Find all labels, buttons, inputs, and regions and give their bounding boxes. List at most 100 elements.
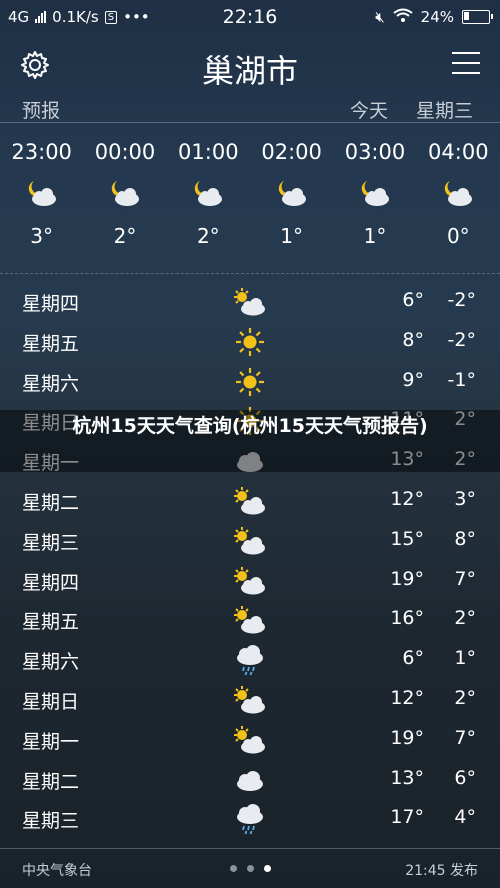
day-name: 星期三 (22, 810, 80, 833)
hourly-item: 04:00 0° (417, 140, 500, 265)
low-temp: 2° (454, 686, 476, 709)
low-temp: 1° (454, 647, 476, 670)
rain-icon (230, 642, 270, 678)
cloud-moon-icon (0, 170, 83, 216)
hour-temp: 2° (113, 224, 137, 248)
low-temp: 3° (454, 487, 476, 510)
daily-row[interactable]: 星期三 17° 4° (0, 799, 500, 839)
low-temp: 7° (454, 726, 476, 749)
footer: 中央气象台 21:45 发布 (0, 856, 500, 884)
low-temp: -2° (447, 289, 476, 311)
hour-time: 00:00 (94, 140, 156, 164)
battery-percent: 24% (420, 8, 454, 26)
daily-row[interactable]: 星期四 6° -2° (0, 282, 500, 322)
daily-row[interactable]: 星期二 12° 3° (0, 481, 500, 521)
status-right: 🔇︎ 24% (375, 8, 493, 26)
daily-row[interactable]: 星期日 12° 2° (0, 680, 500, 720)
low-temp: 8° (454, 527, 476, 550)
cloud-moon-icon (417, 170, 500, 216)
daily-row[interactable]: 星期四 19° 7° (0, 561, 500, 601)
daily-row[interactable]: 星期二 13° 6° (0, 760, 500, 800)
rain-icon (230, 801, 270, 837)
hourly-item: 00:00 2° (83, 140, 166, 265)
high-temp: 19° (390, 567, 424, 590)
low-temp: -2° (447, 328, 476, 351)
day-name: 星期日 (22, 690, 80, 713)
weekday-label: 星期三 (416, 100, 474, 122)
daily-row[interactable]: 星期五 16° 2° (0, 600, 500, 640)
page-indicator[interactable] (230, 865, 271, 872)
cloud-moon-icon (167, 170, 250, 216)
city-title: 巢湖市 (201, 52, 298, 90)
hour-time: 02:00 (261, 140, 322, 164)
day-name: 星期五 (22, 332, 80, 355)
partly-cloudy-icon (230, 602, 270, 638)
menu-icon[interactable] (452, 52, 480, 76)
caption-overlay: 杭州15天天气查询(杭州15天天气预报告) (0, 410, 500, 472)
wifi-icon (393, 8, 413, 26)
cloud-moon-icon (333, 170, 416, 216)
high-temp: 13° (390, 766, 424, 789)
divider (0, 122, 500, 123)
daily-row[interactable]: 星期六 6° 1° (0, 640, 500, 680)
partly-cloudy-icon (230, 523, 270, 559)
partly-cloudy-icon (230, 284, 270, 320)
high-temp: 6° (402, 647, 424, 670)
low-temp: 2° (454, 607, 476, 630)
status-bar: 4G 0.1K/s S ••• 22:16 🔇︎ 24% (0, 0, 500, 34)
day-name: 星期一 (22, 730, 80, 753)
today-label[interactable]: 今天 (350, 96, 388, 123)
day-name: 星期六 (22, 651, 80, 674)
partly-cloudy-icon (230, 483, 270, 519)
low-temp: 6° (454, 766, 476, 789)
battery-icon (462, 10, 493, 24)
high-temp: 19° (390, 726, 424, 749)
page-dot[interactable] (264, 865, 271, 872)
page-dot[interactable] (247, 865, 254, 872)
daily-row[interactable]: 星期一 19° 7° (0, 720, 500, 760)
low-temp: 7° (454, 567, 476, 590)
divider (0, 273, 500, 275)
cloud-moon-icon (250, 170, 333, 216)
caption-text: 杭州15天天气查询(杭州15天天气预报告) (72, 415, 428, 437)
partly-cloudy-icon (230, 722, 270, 758)
data-source: 中央气象台 (22, 863, 92, 879)
day-name: 星期二 (22, 491, 80, 514)
day-name: 星期二 (22, 770, 80, 793)
cloud-moon-icon (83, 170, 166, 216)
high-temp: 6° (402, 289, 424, 311)
partly-cloudy-icon (230, 563, 270, 599)
hour-temp: 2° (196, 224, 220, 248)
sunny-icon (230, 364, 270, 400)
day-name: 星期四 (22, 293, 80, 315)
forecast-label: 预报 (22, 100, 61, 122)
cloudy-icon (230, 762, 270, 798)
high-temp: 12° (390, 686, 424, 709)
high-temp: 8° (402, 328, 424, 351)
daily-row[interactable]: 星期三 15° 8° (0, 521, 500, 561)
low-temp: -1° (447, 368, 476, 391)
hourly-forecast[interactable]: 23:00 3° 00:00 2° 01:00 2° 02:00 1° 03:00 1° 04:00… (0, 140, 500, 265)
high-temp: 9° (402, 368, 424, 391)
app-header: 巢湖市 (0, 40, 500, 92)
hourly-item: 02:00 1° (250, 140, 333, 265)
day-name: 星期五 (22, 611, 80, 634)
daily-forecast[interactable]: 星期四 6° -2° 星期五 8° -2° 星期六 9° -1° 星期日 11° 2° 星期一 13° 2°… (0, 282, 500, 839)
hour-temp: 0° (446, 224, 470, 248)
day-name: 星期四 (22, 571, 80, 594)
high-temp: 16° (390, 607, 424, 630)
day-name: 星期六 (22, 372, 80, 395)
hour-temp: 1° (363, 224, 387, 248)
daily-row[interactable]: 星期六 9° -1° (0, 362, 500, 402)
page-dot[interactable] (230, 865, 237, 872)
hour-temp: 1° (280, 224, 304, 248)
daily-row[interactable]: 星期五 8° -2° (0, 322, 500, 362)
high-temp: 15° (390, 527, 424, 550)
high-temp: 12° (390, 487, 424, 510)
divider (0, 848, 500, 849)
hourly-item: 03:00 1° (333, 140, 416, 265)
low-temp: 4° (454, 806, 476, 829)
sunny-icon (230, 324, 270, 360)
high-temp: 17° (390, 806, 424, 829)
hour-time: 23:00 (11, 140, 72, 164)
